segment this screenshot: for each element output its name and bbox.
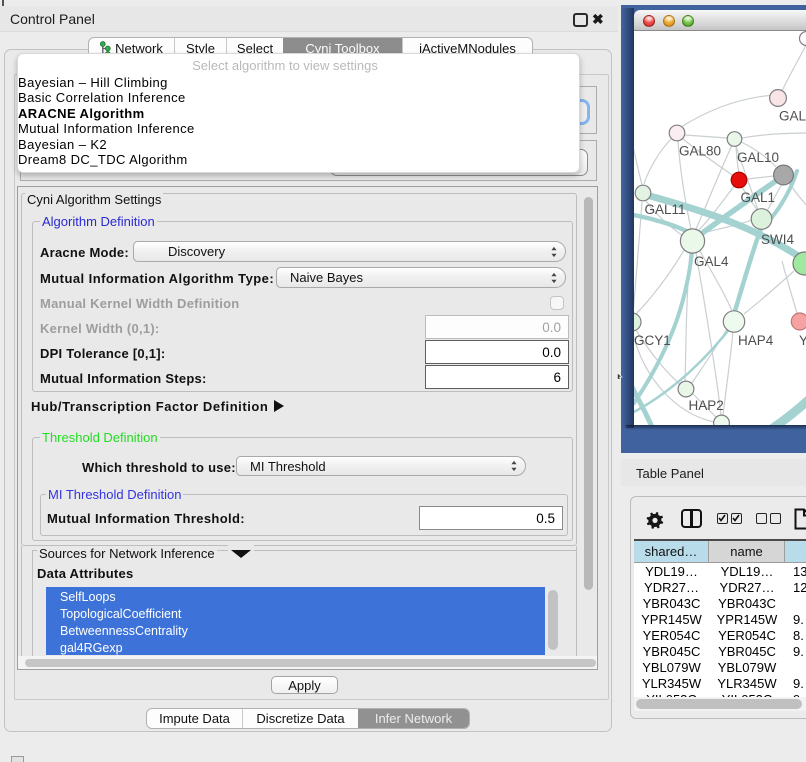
svg-text:GCY1: GCY1 (634, 333, 671, 348)
svg-text:GAL10: GAL10 (737, 150, 779, 165)
svg-text:SWI4: SWI4 (761, 232, 794, 247)
svg-text:HAP4: HAP4 (738, 333, 774, 348)
svg-text:Y: Y (799, 333, 806, 348)
svg-text:GAL11: GAL11 (645, 202, 686, 217)
svg-text:GAL4: GAL4 (694, 254, 729, 269)
svg-text:GAL1: GAL1 (741, 190, 776, 205)
svg-text:GAL: GAL (779, 109, 806, 124)
svg-text:GAL80: GAL80 (679, 144, 721, 159)
svg-text:HAP2: HAP2 (689, 398, 724, 413)
